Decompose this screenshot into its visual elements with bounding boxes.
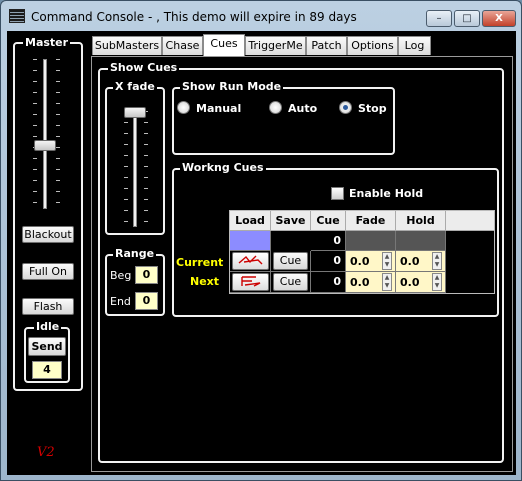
cue-cell-next: 0 bbox=[311, 272, 346, 293]
show-cues-label: Show Cues bbox=[108, 61, 180, 74]
enable-hold-label: Enable Hold bbox=[349, 187, 424, 200]
run-mode-auto-radio[interactable] bbox=[269, 101, 282, 114]
range-beg-field[interactable]: 0 bbox=[135, 266, 158, 284]
col-header-fade: Fade bbox=[346, 211, 396, 231]
idle-value-field[interactable]: 4 bbox=[32, 361, 62, 379]
hold-spinner-next[interactable]: ▲ ▼ bbox=[432, 273, 442, 291]
xfade-fader-track[interactable] bbox=[133, 111, 137, 227]
run-mode-group bbox=[172, 87, 395, 155]
working-cues-label: Workng Cues bbox=[180, 161, 266, 174]
tab-cues[interactable]: Cues bbox=[203, 34, 245, 56]
tab-triggerme[interactable]: TriggerMe bbox=[245, 36, 306, 55]
run-mode-manual-label: Manual bbox=[196, 102, 242, 115]
col-header-blank bbox=[446, 211, 494, 231]
fade-value-next: 0.0 bbox=[350, 276, 370, 289]
run-mode-label: Show Run Mode bbox=[180, 80, 284, 93]
xfade-ticks-right bbox=[144, 111, 148, 227]
idle-send-button[interactable]: Send bbox=[28, 337, 66, 356]
cue-cell-current: 0 bbox=[311, 251, 346, 272]
enable-hold-checkbox[interactable] bbox=[331, 187, 344, 200]
range-end-label: End bbox=[110, 295, 131, 308]
row-label-next: Next bbox=[190, 275, 220, 288]
save-cue-next-button[interactable]: Cue bbox=[273, 273, 308, 291]
run-mode-stop-label: Stop bbox=[358, 102, 387, 115]
run-mode-stop-radio[interactable] bbox=[339, 101, 352, 114]
idle-label: Idle bbox=[34, 320, 62, 333]
fade-spinner-current[interactable]: ▲ ▼ bbox=[382, 252, 392, 270]
close-button[interactable]: X bbox=[482, 10, 516, 27]
flash-button[interactable]: Flash bbox=[22, 298, 74, 315]
tab-log[interactable]: Log bbox=[398, 36, 431, 55]
fade-value-current: 0.0 bbox=[350, 255, 370, 268]
col-header-save: Save bbox=[271, 211, 311, 231]
working-cues-table: Load Save Cue Fade Hold 0 Cue 0 0.0 ▲ ▼ 0… bbox=[229, 210, 495, 294]
range-label: Range bbox=[113, 247, 157, 260]
full-on-button[interactable]: Full On bbox=[22, 263, 74, 280]
save-cue-current-button[interactable]: Cue bbox=[273, 252, 308, 270]
version-label: V2 bbox=[37, 445, 55, 460]
minimize-button[interactable]: – bbox=[426, 10, 452, 27]
window-title: Command Console - , This demo will expir… bbox=[31, 10, 357, 24]
load-scribble-icon bbox=[238, 255, 262, 265]
app-icon bbox=[9, 9, 25, 23]
col-header-hold: Hold bbox=[396, 211, 446, 231]
hold-value-current: 0.0 bbox=[400, 255, 420, 268]
hold-value-next: 0.0 bbox=[400, 276, 420, 289]
load-current-button[interactable] bbox=[232, 252, 269, 270]
tab-chase[interactable]: Chase bbox=[162, 36, 203, 55]
xfade-label: X fade bbox=[113, 80, 157, 93]
tab-options[interactable]: Options bbox=[347, 36, 398, 55]
title-bar[interactable]: Command Console - , This demo will expir… bbox=[1, 1, 521, 31]
load-scribble-icon bbox=[240, 276, 260, 287]
cue-cell-active: 0 bbox=[311, 231, 346, 251]
col-header-load: Load bbox=[230, 211, 271, 231]
master-fader-thumb[interactable] bbox=[34, 139, 56, 151]
tab-patch[interactable]: Patch bbox=[306, 36, 347, 55]
hold-spinner-current[interactable]: ▲ ▼ bbox=[432, 252, 442, 270]
xfade-ticks-left bbox=[124, 111, 128, 227]
fade-cell-active bbox=[346, 231, 396, 251]
fade-spinner-next[interactable]: ▲ ▼ bbox=[382, 273, 392, 291]
xfade-fader-thumb[interactable] bbox=[124, 107, 146, 118]
console-client-area: Master Blackout Full On Flash Idle Send … bbox=[7, 31, 516, 475]
master-label: Master bbox=[23, 36, 71, 49]
maximize-button[interactable]: □ bbox=[454, 10, 480, 27]
master-fader-ticks-left bbox=[33, 59, 37, 209]
run-mode-manual-radio[interactable] bbox=[177, 101, 190, 114]
run-mode-auto-label: Auto bbox=[288, 102, 318, 115]
range-beg-label: Beg bbox=[110, 269, 132, 282]
col-header-cue: Cue bbox=[311, 211, 346, 231]
master-fader-ticks-right bbox=[56, 59, 60, 209]
hold-cell-active bbox=[396, 231, 446, 251]
load-next-button[interactable] bbox=[232, 273, 269, 291]
master-fader-track[interactable] bbox=[43, 59, 47, 209]
range-end-field[interactable]: 0 bbox=[135, 292, 158, 310]
blackout-button[interactable]: Blackout bbox=[22, 226, 74, 243]
tab-submasters[interactable]: SubMasters bbox=[92, 36, 162, 55]
load-cell-active[interactable] bbox=[230, 231, 271, 251]
row-label-current: Current bbox=[176, 256, 224, 269]
